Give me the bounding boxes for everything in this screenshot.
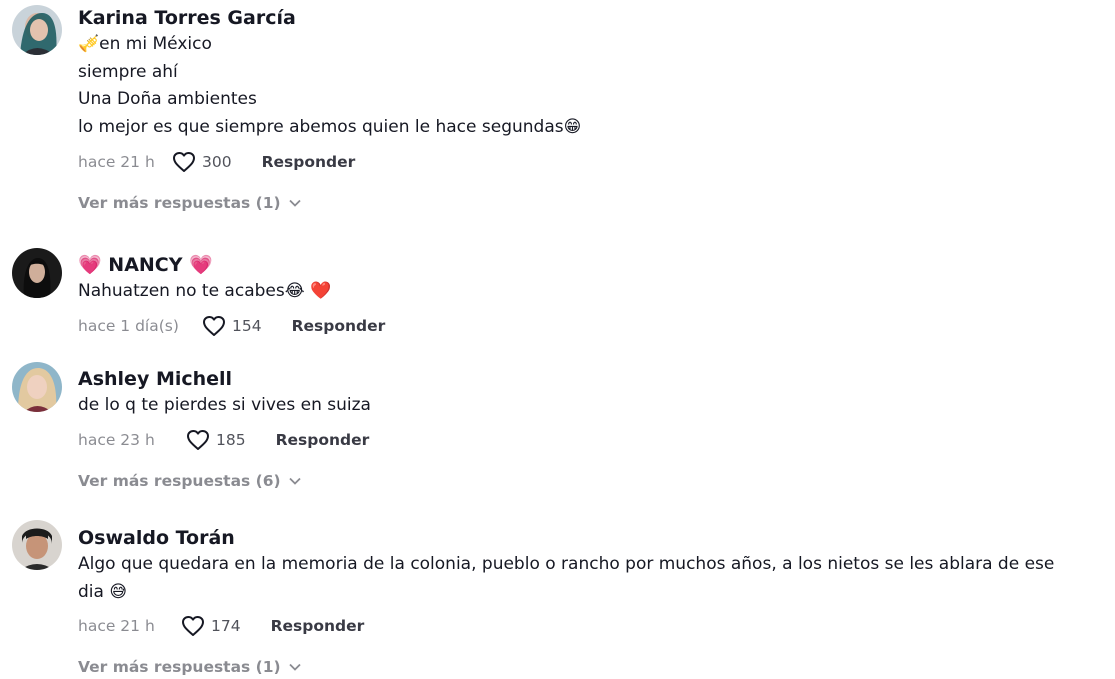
comment-text-line: dia 😅 [78,581,128,602]
comment-timestamp: hace 21 h [78,617,155,635]
comment-content: Oswaldo Torán Algo que quedara en la mem… [78,520,1107,676]
comment-content: 💗 NANCY 💗 Nahuatzen no te acabes😂 ❤️ hac… [78,248,1107,341]
view-more-replies-label: Ver más respuestas (6) [78,471,281,490]
heart-outline-icon [187,429,209,450]
view-more-replies-label: Ver más respuestas (1) [78,658,281,676]
heart-outline-icon [173,152,195,172]
heart-outline-icon [203,315,225,336]
comment-text-line: de lo q te pierdes si vives en suiza [78,395,371,415]
avatar[interactable] [12,362,62,412]
heart-outline-icon [182,616,204,636]
like-button[interactable]: 154 [202,315,262,337]
view-more-replies-button[interactable]: Ver más respuestas (1) [78,194,301,212]
chevron-down-icon [289,663,301,671]
avatar[interactable] [12,520,62,570]
like-count: 185 [216,430,246,449]
comment-content: Ashley Michell de lo q te pierdes si viv… [78,362,1107,490]
avatar[interactable] [12,248,62,298]
comment-meta: hace 21 h 174 Responder [78,611,1107,641]
reply-button[interactable]: Responder [292,317,386,335]
comment-username[interactable]: Ashley Michell [78,366,1107,392]
like-count: 300 [202,153,232,171]
avatar[interactable] [12,5,62,55]
view-more-replies-button[interactable]: Ver más respuestas (1) [78,658,301,676]
reply-button[interactable]: Responder [271,617,365,635]
comment-username[interactable]: Oswaldo Torán [78,525,1107,551]
like-count: 174 [211,617,241,635]
reply-button[interactable]: Responder [262,153,356,171]
comment-content: Karina Torres García 🎺en mi México siemp… [78,5,1107,212]
chevron-down-icon [289,477,301,485]
comment-text-line: siempre ahí [78,61,178,82]
comment-timestamp: hace 21 h [78,153,155,171]
comment-text-line: Algo que quedara en la memoria de la col… [78,554,1055,574]
comment-meta: hace 21 h 300 Responder [78,147,1107,177]
like-count: 154 [232,316,262,335]
comment-timestamp: hace 1 día(s) [78,316,179,335]
comment-meta: hace 23 h 185 Responder [78,425,1107,455]
comment-timestamp: hace 23 h [78,430,155,449]
view-more-replies-button[interactable]: Ver más respuestas (6) [78,472,301,490]
comment-username[interactable]: 💗 NANCY 💗 [78,252,1107,278]
username-name: NANCY [108,254,183,276]
comment-username[interactable]: Karina Torres García [78,5,1107,31]
reply-button[interactable]: Responder [276,431,370,449]
comment-text-line: Nahuatzen no te acabes😂 ❤️ [78,281,332,301]
chevron-down-icon [289,199,301,207]
comment-meta: hace 1 día(s) 154 Responder [78,311,1107,341]
comment-text-line: lo mejor es que siempre abemos quien le … [78,116,582,137]
username-suffix: 💗 [189,254,213,276]
view-more-replies-label: Ver más respuestas (1) [78,194,281,212]
like-button[interactable]: 174 [181,615,241,637]
comment-text-line: 🎺en mi México [78,34,212,54]
like-button[interactable]: 185 [186,429,246,451]
comment-text-line: Una Doña ambientes [78,89,257,109]
like-button[interactable]: 300 [172,151,232,173]
username-prefix: 💗 [78,254,102,276]
